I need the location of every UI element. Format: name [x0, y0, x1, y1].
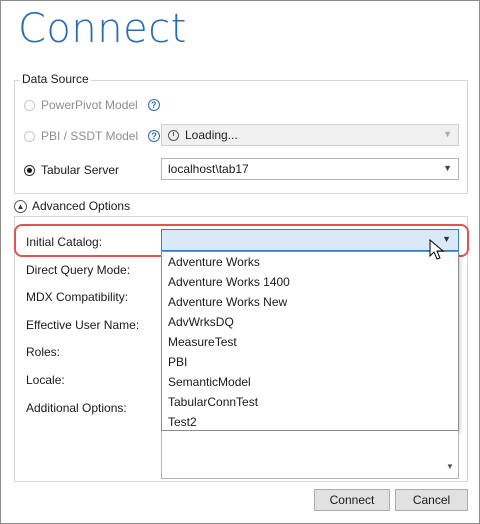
additional-options-textarea[interactable]: [161, 431, 459, 479]
list-item[interactable]: TabularConnTest: [162, 392, 458, 412]
help-icon[interactable]: ?: [148, 130, 161, 142]
list-item[interactable]: AdvWrksDQ: [162, 312, 458, 332]
advanced-options-label: Advanced Options: [32, 199, 131, 213]
pbi-model-select[interactable]: Loading... ▼: [161, 124, 459, 146]
cancel-button[interactable]: Cancel: [395, 489, 468, 511]
powerpivot-radio[interactable]: [24, 99, 35, 111]
clock-icon: [168, 129, 179, 141]
list-item[interactable]: PBI: [162, 352, 458, 372]
data-source-group-label: Data Source: [20, 72, 91, 86]
effective-user-label: Effective User Name:: [26, 318, 140, 332]
chevron-down-icon: ▼: [443, 163, 452, 173]
help-icon[interactable]: ?: [147, 99, 160, 111]
mouse-cursor-icon: [429, 239, 445, 260]
tabular-label: Tabular Server: [41, 163, 120, 177]
advanced-options-toggle[interactable]: ▲ Advanced Options: [14, 199, 135, 213]
powerpivot-option[interactable]: PowerPivot Model ?: [24, 98, 160, 112]
pbi-radio[interactable]: [24, 130, 35, 142]
pbi-model-value: Loading...: [185, 128, 238, 142]
additional-options-label: Additional Options:: [26, 401, 127, 415]
pbi-label: PBI / SSDT Model: [41, 129, 139, 143]
dialog-title: Connect: [18, 6, 187, 52]
catalog-dropdown-list: Adventure Works Adventure Works 1400 Adv…: [161, 251, 459, 431]
scroll-down-icon[interactable]: ▼: [446, 462, 454, 471]
chevron-up-icon[interactable]: ▲: [14, 199, 27, 213]
roles-label: Roles:: [26, 345, 61, 359]
tabular-server-value: localhost\tab17: [168, 162, 249, 176]
list-item[interactable]: Test2: [162, 412, 458, 432]
mdx-compat-label: MDX Compatibility:: [26, 290, 129, 304]
pbi-option[interactable]: PBI / SSDT Model ?: [24, 129, 161, 143]
tabular-server-select[interactable]: localhost\tab17 ▼: [161, 158, 459, 180]
chevron-down-icon: ▼: [443, 129, 452, 139]
direct-query-label: Direct Query Mode:: [26, 263, 131, 277]
powerpivot-label: PowerPivot Model: [41, 98, 138, 112]
tabular-radio[interactable]: [24, 164, 35, 176]
list-item[interactable]: SemanticModel: [162, 372, 458, 392]
list-item[interactable]: Adventure Works New: [162, 292, 458, 312]
list-item[interactable]: Adventure Works: [162, 252, 458, 272]
list-item[interactable]: MeasureTest: [162, 332, 458, 352]
locale-label: Locale:: [26, 373, 65, 387]
connect-button[interactable]: Connect: [314, 489, 390, 511]
tabular-option[interactable]: Tabular Server: [24, 163, 119, 177]
list-item[interactable]: Adventure Works 1400: [162, 272, 458, 292]
